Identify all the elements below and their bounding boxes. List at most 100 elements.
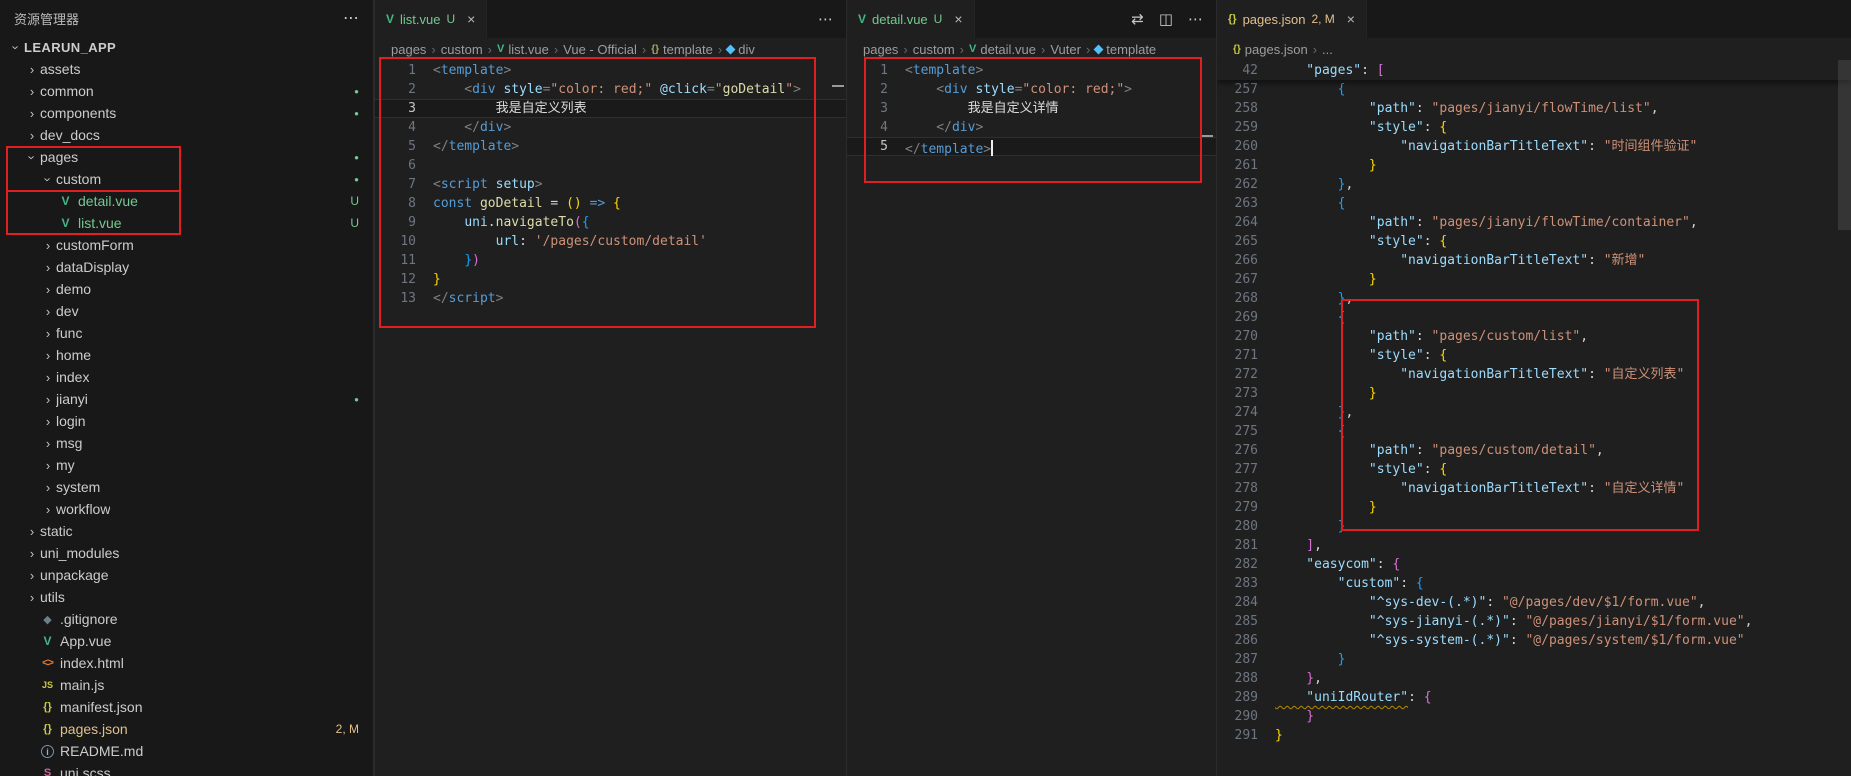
breadcrumb-item-[interactable]: ... — [1322, 42, 1333, 57]
tree-folder-system[interactable]: ›system — [0, 476, 373, 498]
more-actions-icon[interactable]: ⋯ — [818, 10, 833, 28]
breadcrumb-item-custom[interactable]: custom — [913, 42, 955, 57]
code-line[interactable]: 266 "navigationBarTitleText": "新增" — [1217, 251, 1851, 270]
code-line[interactable]: 261 } — [1217, 156, 1851, 175]
code-line[interactable]: 12} — [375, 270, 846, 289]
code-line[interactable]: 258 "path": "pages/jianyi/flowTime/list"… — [1217, 99, 1851, 118]
code-line[interactable]: 8const goDetail = () => { — [375, 194, 846, 213]
tree-file-app-vue[interactable]: VApp.vue — [0, 630, 373, 652]
tab-pages-json[interactable]: {}pages.json2, M× — [1217, 0, 1367, 38]
tree-folder-uni-modules[interactable]: ›uni_modules — [0, 542, 373, 564]
code-line[interactable]: 273 } — [1217, 384, 1851, 403]
code-line[interactable]: 271 "style": { — [1217, 346, 1851, 365]
code-line[interactable]: 290 } — [1217, 707, 1851, 726]
split-editor-icon[interactable]: ◫ — [1159, 10, 1173, 28]
tab-detail-vue[interactable]: Vdetail.vueU× — [847, 0, 975, 38]
breadcrumb-1[interactable]: pages›custom›Vlist.vue›Vue - Official›{}… — [375, 38, 846, 60]
more-actions-icon[interactable]: ⋯ — [343, 8, 359, 28]
code-line[interactable]: 5</template> — [375, 137, 846, 156]
breadcrumb-item-pages-json[interactable]: {}pages.json — [1233, 42, 1308, 57]
breadcrumb-2[interactable]: pages›custom›Vdetail.vue›Vuter›template — [847, 38, 1216, 60]
tree-file-readme-md[interactable]: iREADME.md — [0, 740, 373, 762]
close-icon[interactable]: × — [467, 11, 475, 27]
tree-file-pages-json[interactable]: {}pages.json2, M — [0, 718, 373, 740]
scrollbar-thumb[interactable] — [1838, 60, 1851, 230]
tree-folder-func[interactable]: ›func — [0, 322, 373, 344]
code-line[interactable]: 277 "style": { — [1217, 460, 1851, 479]
code-line[interactable]: 284 "^sys-dev-(.*)": "@/pages/dev/$1/for… — [1217, 593, 1851, 612]
tree-folder-pages[interactable]: ›pages● — [0, 146, 373, 168]
tree-folder-components[interactable]: ›components● — [0, 102, 373, 124]
code-line[interactable]: 3 我是自定义详情 — [847, 99, 1216, 118]
tree-folder-home[interactable]: ›home — [0, 344, 373, 366]
tree-folder-jianyi[interactable]: ›jianyi● — [0, 388, 373, 410]
tree-folder-dev-docs[interactable]: ›dev_docs — [0, 124, 373, 146]
tree-file-detail-vue[interactable]: Vdetail.vueU — [0, 190, 373, 212]
tree-file-list-vue[interactable]: Vlist.vueU — [0, 212, 373, 234]
code-line[interactable]: 259 "style": { — [1217, 118, 1851, 137]
code-line[interactable]: 288 }, — [1217, 669, 1851, 688]
code-area-1[interactable]: 1<template>2 <div style="color: red;" @c… — [375, 60, 846, 776]
breadcrumb-3[interactable]: {}pages.json›... — [1217, 38, 1851, 60]
tree-folder-unpackage[interactable]: ›unpackage — [0, 564, 373, 586]
tree-folder-login[interactable]: ›login — [0, 410, 373, 432]
code-line[interactable]: 263 { — [1217, 194, 1851, 213]
tree-folder-workflow[interactable]: ›workflow — [0, 498, 373, 520]
tree-file-manifest-json[interactable]: {}manifest.json — [0, 696, 373, 718]
code-line[interactable]: 7<script setup> — [375, 175, 846, 194]
tree-file-index-html[interactable]: <>index.html — [0, 652, 373, 674]
code-area-2[interactable]: 1<template>2 <div style="color: red;">3 … — [847, 60, 1216, 776]
code-line[interactable]: 285 "^sys-jianyi-(.*)": "@/pages/jianyi/… — [1217, 612, 1851, 631]
tree-folder-dev[interactable]: ›dev — [0, 300, 373, 322]
code-line[interactable]: 264 "path": "pages/jianyi/flowTime/conta… — [1217, 213, 1851, 232]
tree-file-uni-scss[interactable]: Suni.scss — [0, 762, 373, 776]
code-line[interactable]: 262 }, — [1217, 175, 1851, 194]
tree-folder-assets[interactable]: ›assets — [0, 58, 373, 80]
tree-folder-custom[interactable]: ›custom● — [0, 168, 373, 190]
tree-folder-demo[interactable]: ›demo — [0, 278, 373, 300]
breadcrumb-item-custom[interactable]: custom — [441, 42, 483, 57]
code-line[interactable]: 4 </div> — [375, 118, 846, 137]
close-icon[interactable]: × — [1347, 11, 1355, 27]
breadcrumb-item-pages[interactable]: pages — [391, 42, 426, 57]
tree-folder-my[interactable]: ›my — [0, 454, 373, 476]
code-area-3[interactable]: 42 "pages": [257 {258 "path": "pages/jia… — [1217, 60, 1851, 776]
code-line[interactable]: 1<template> — [847, 61, 1216, 80]
code-line[interactable]: 282 "easycom": { — [1217, 555, 1851, 574]
code-line[interactable]: 281 ], — [1217, 536, 1851, 555]
breadcrumb-item-template[interactable]: template — [1095, 42, 1156, 57]
open-changes-icon[interactable]: ⇄ — [1131, 10, 1144, 28]
more-actions-icon[interactable]: ⋯ — [1188, 10, 1203, 28]
code-line[interactable]: 1<template> — [375, 61, 846, 80]
code-line[interactable]: 291} — [1217, 726, 1851, 745]
breadcrumb-item-template[interactable]: {}template — [651, 42, 713, 57]
code-line[interactable]: 257 { — [1217, 80, 1851, 99]
code-line[interactable]: 280 } — [1217, 517, 1851, 536]
code-line[interactable]: 10 url: '/pages/custom/detail' — [375, 232, 846, 251]
close-icon[interactable]: × — [954, 11, 962, 27]
code-line[interactable]: 275 { — [1217, 422, 1851, 441]
code-line[interactable]: 274 }, — [1217, 403, 1851, 422]
breadcrumb-item-div[interactable]: div — [727, 42, 755, 57]
code-line[interactable]: 5</template> — [847, 137, 1216, 156]
tree-file-gitignore[interactable]: ◆.gitignore — [0, 608, 373, 630]
code-line[interactable]: 279 } — [1217, 498, 1851, 517]
code-line[interactable]: 42 "pages": [ — [1217, 61, 1851, 80]
code-line[interactable]: 267 } — [1217, 270, 1851, 289]
tree-folder-common[interactable]: ›common● — [0, 80, 373, 102]
code-line[interactable]: 3 我是自定义列表 — [375, 99, 846, 118]
code-line[interactable]: 2 <div style="color: red;"> — [847, 80, 1216, 99]
code-line[interactable]: 283 "custom": { — [1217, 574, 1851, 593]
code-line[interactable]: 269 { — [1217, 308, 1851, 327]
code-line[interactable]: 276 "path": "pages/custom/detail", — [1217, 441, 1851, 460]
code-line[interactable]: 270 "path": "pages/custom/list", — [1217, 327, 1851, 346]
tree-folder-datadisplay[interactable]: ›dataDisplay — [0, 256, 373, 278]
breadcrumb-item-vuter[interactable]: Vuter — [1050, 42, 1081, 57]
code-line[interactable]: 4 </div> — [847, 118, 1216, 137]
tree-folder-index[interactable]: ›index — [0, 366, 373, 388]
tree-folder-msg[interactable]: ›msg — [0, 432, 373, 454]
code-line[interactable]: 265 "style": { — [1217, 232, 1851, 251]
code-line[interactable]: 9 uni.navigateTo({ — [375, 213, 846, 232]
code-line[interactable]: 287 } — [1217, 650, 1851, 669]
code-line[interactable]: 2 <div style="color: red;" @click="goDet… — [375, 80, 846, 99]
